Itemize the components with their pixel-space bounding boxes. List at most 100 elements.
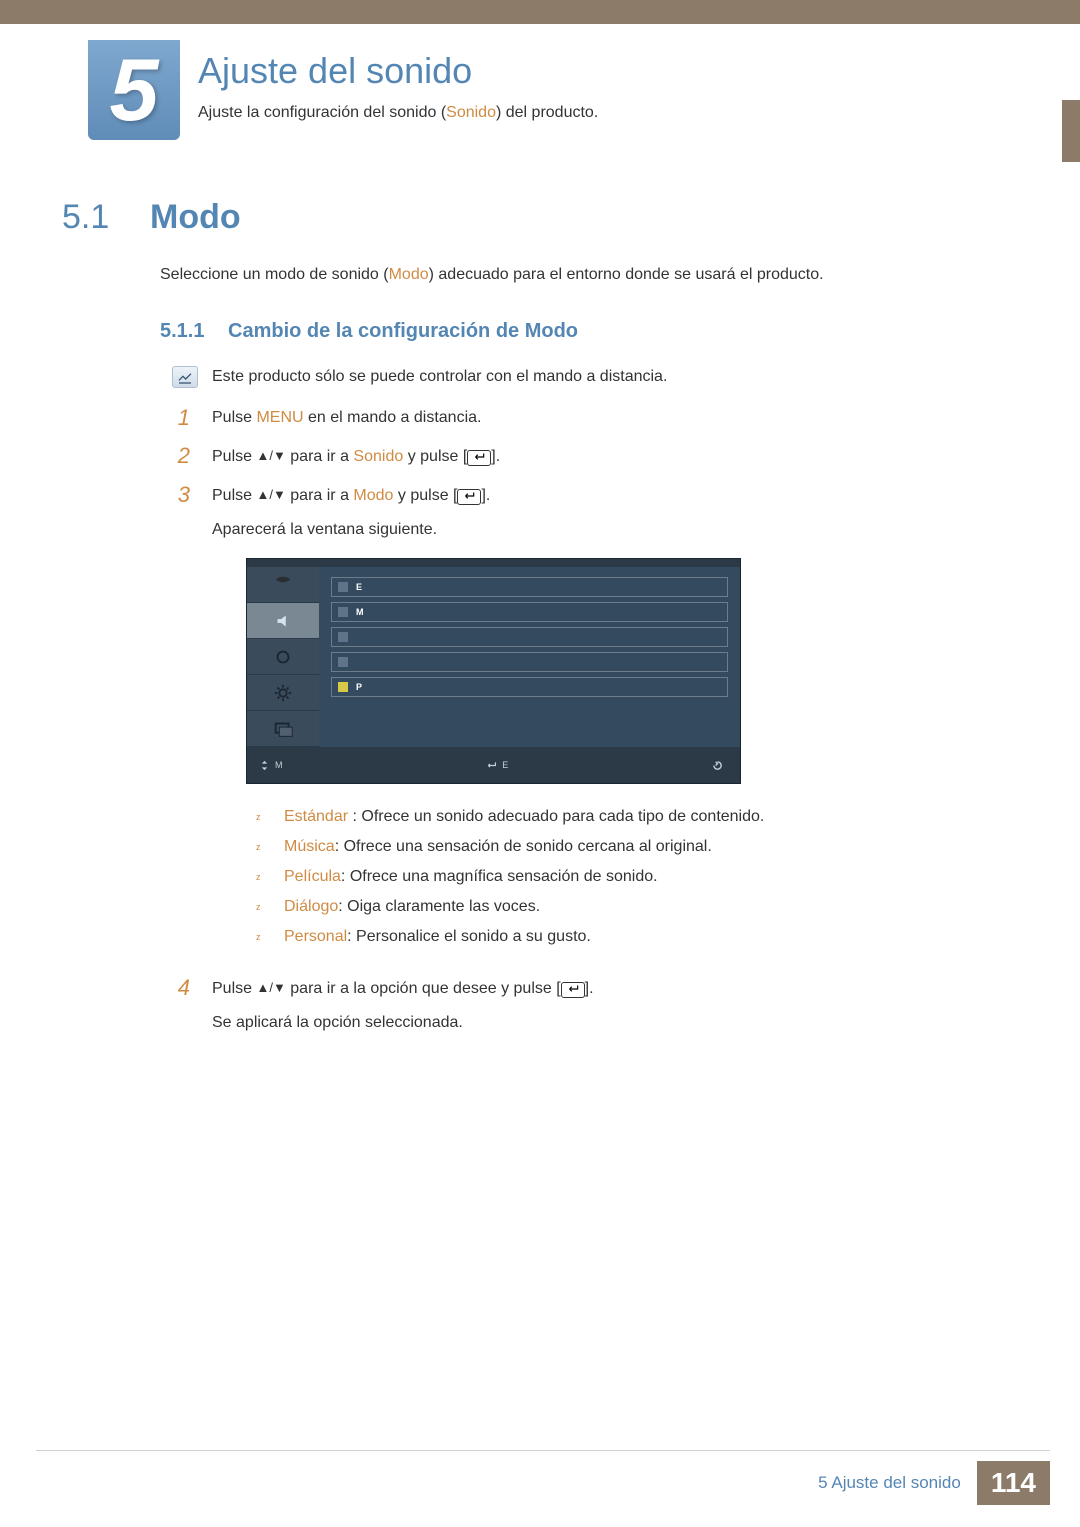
t: para ir a la opción que desee y pulse [: [286, 980, 561, 997]
bullet-hl: Música: [284, 838, 335, 855]
osd-footer: M E: [247, 747, 740, 783]
osd-title: [247, 559, 740, 567]
bullet-item: z Diálogo: Oiga claramente las voces.: [256, 892, 932, 922]
step-3: 3 Pulse ▲/▼ para ir a Modo y pulse []. A…: [172, 481, 932, 964]
top-banner: [0, 0, 1080, 24]
bullet-sep: :: [338, 898, 347, 915]
t: Pulse: [212, 448, 256, 465]
bullet-marker: z: [256, 832, 264, 862]
t: Sonido: [353, 448, 403, 465]
arrow-updown-icon: ▲/▼: [256, 487, 285, 502]
bullet-text: Ofrece una sensación de sonido cercana a…: [344, 838, 712, 855]
footer-divider: [36, 1450, 1050, 1451]
bullet-item: zEstándar : Ofrece un sonido adecuado pa…: [256, 802, 932, 832]
t: y pulse [: [403, 448, 467, 465]
side-accent: [1062, 100, 1080, 162]
section-number: 5.1: [62, 198, 109, 237]
osd-row-first: E: [356, 582, 362, 592]
osd-sidebar-picture-icon: [247, 567, 319, 603]
note-text: Este producto sólo se puede controlar co…: [212, 368, 667, 386]
bullet-text: Ofrece un sonido adecuado para cada tipo…: [361, 808, 764, 825]
subsection-number: 5.1.1: [160, 320, 204, 343]
osd-row: [331, 627, 728, 647]
bullet-hl: Película: [284, 868, 341, 885]
footer-text: 5 Ajuste del sonido: [818, 1473, 961, 1493]
section-title: Modo: [150, 198, 241, 237]
t: para ir a: [286, 448, 354, 465]
footer-page-number: 114: [977, 1461, 1050, 1505]
step-2: 2 Pulse ▲/▼ para ir a Sonido y pulse [].: [172, 442, 932, 471]
bullet-text: Oiga claramente las voces.: [347, 898, 540, 915]
chapter-intro: Ajuste la configuración del sonido (Soni…: [198, 104, 598, 122]
step-text: Pulse ▲/▼ para ir a Sonido y pulse [].: [212, 442, 932, 471]
step-num: 4: [172, 974, 190, 1037]
t: MENU: [256, 409, 303, 426]
enter-icon: [467, 450, 491, 466]
step-text: Pulse ▲/▼ para ir a la opción que desee …: [212, 974, 932, 1037]
t: y pulse [: [393, 487, 457, 504]
t: Pulse: [212, 409, 256, 426]
arrow-updown-icon: ▲/▼: [256, 980, 285, 995]
step-1: 1 Pulse MENU en el mando a distancia.: [172, 404, 932, 432]
enter-icon: [561, 982, 585, 998]
step-note: Se aplicará la opción seleccionada.: [212, 1009, 932, 1037]
mode-bullets: z Estándar : Ofrece un sonido adecuado pa…: [256, 802, 932, 952]
t: Modo: [353, 487, 393, 504]
chapter-intro-pre: Ajuste la configuración del sonido (: [198, 104, 446, 121]
bullet-hl: Diálogo: [284, 898, 338, 915]
step-text: Pulse ▲/▼ para ir a Modo y pulse []. Apa…: [212, 481, 932, 964]
step-note: Aparecerá la ventana siguiente.: [212, 516, 932, 544]
t: Pulse: [212, 487, 256, 504]
osd-foot-move: M: [275, 751, 285, 779]
bullet-hl: Estándar: [284, 808, 348, 825]
bullet-marker: z: [256, 892, 264, 922]
t: ].: [491, 448, 500, 465]
step-text: Pulse MENU en el mando a distancia.: [212, 404, 932, 432]
osd-screenshot: E M P M E: [246, 558, 741, 784]
step-num: 3: [172, 481, 190, 964]
page-footer: 5 Ajuste del sonido 114: [818, 1461, 1050, 1505]
section-desc: Seleccione un modo de sonido (Modo) adec…: [160, 266, 824, 284]
bullet-hl: Personal: [284, 928, 347, 945]
t: para ir a: [286, 487, 354, 504]
step-4: 4 Pulse ▲/▼ para ir a la opción que dese…: [172, 974, 932, 1037]
note-icon: [172, 366, 198, 388]
section-desc-post: ) adecuado para el entorno donde se usar…: [429, 266, 824, 283]
subsection-title: Cambio de la configuración de Modo: [228, 320, 578, 343]
osd-row-first: P: [356, 682, 362, 692]
bullet-sep: :: [347, 928, 356, 945]
bullet-text: Personalice el sonido a su gusto.: [356, 928, 591, 945]
step-num: 1: [172, 404, 190, 432]
t: ].: [481, 487, 490, 504]
updown-icon: [259, 760, 270, 771]
osd-row: P: [331, 677, 728, 697]
bullet-item: zPersonal: Personalice el sonido a su gu…: [256, 922, 932, 952]
return-icon: [712, 760, 723, 771]
t: Pulse: [212, 980, 256, 997]
osd-sidebar-gear-icon: [247, 675, 319, 711]
chapter-intro-hl: Sonido: [446, 104, 496, 121]
bullet-text: Ofrece una magnífica sensación de sonido…: [350, 868, 658, 885]
t: ].: [585, 980, 594, 997]
arrow-updown-icon: ▲/▼: [256, 448, 285, 463]
bullet-item: z Música: Ofrece una sensación de sonido …: [256, 832, 932, 862]
osd-sidebar: [247, 567, 319, 747]
step-num: 2: [172, 442, 190, 471]
osd-row: M: [331, 602, 728, 622]
section-desc-pre: Seleccione un modo de sonido (: [160, 266, 389, 283]
t: en el mando a distancia.: [304, 409, 482, 426]
bullet-sep: :: [335, 838, 344, 855]
section-desc-hl: Modo: [389, 266, 429, 283]
chapter-title: Ajuste del sonido: [198, 50, 472, 92]
osd-sidebar-setup-icon: [247, 639, 319, 675]
bullet-marker: z: [256, 862, 264, 892]
enter-icon: [457, 489, 481, 505]
osd-sidebar-sound-icon: [247, 603, 319, 639]
bullet-item: z Película: Ofrece una magnífica sensació…: [256, 862, 932, 892]
chapter-intro-post: ) del producto.: [496, 104, 598, 121]
osd-row: [331, 652, 728, 672]
bullet-sep: :: [348, 808, 361, 825]
bullet-sep: :: [341, 868, 350, 885]
osd-row-first: M: [356, 607, 364, 617]
steps-list: 1 Pulse MENU en el mando a distancia. 2 …: [172, 404, 932, 1047]
